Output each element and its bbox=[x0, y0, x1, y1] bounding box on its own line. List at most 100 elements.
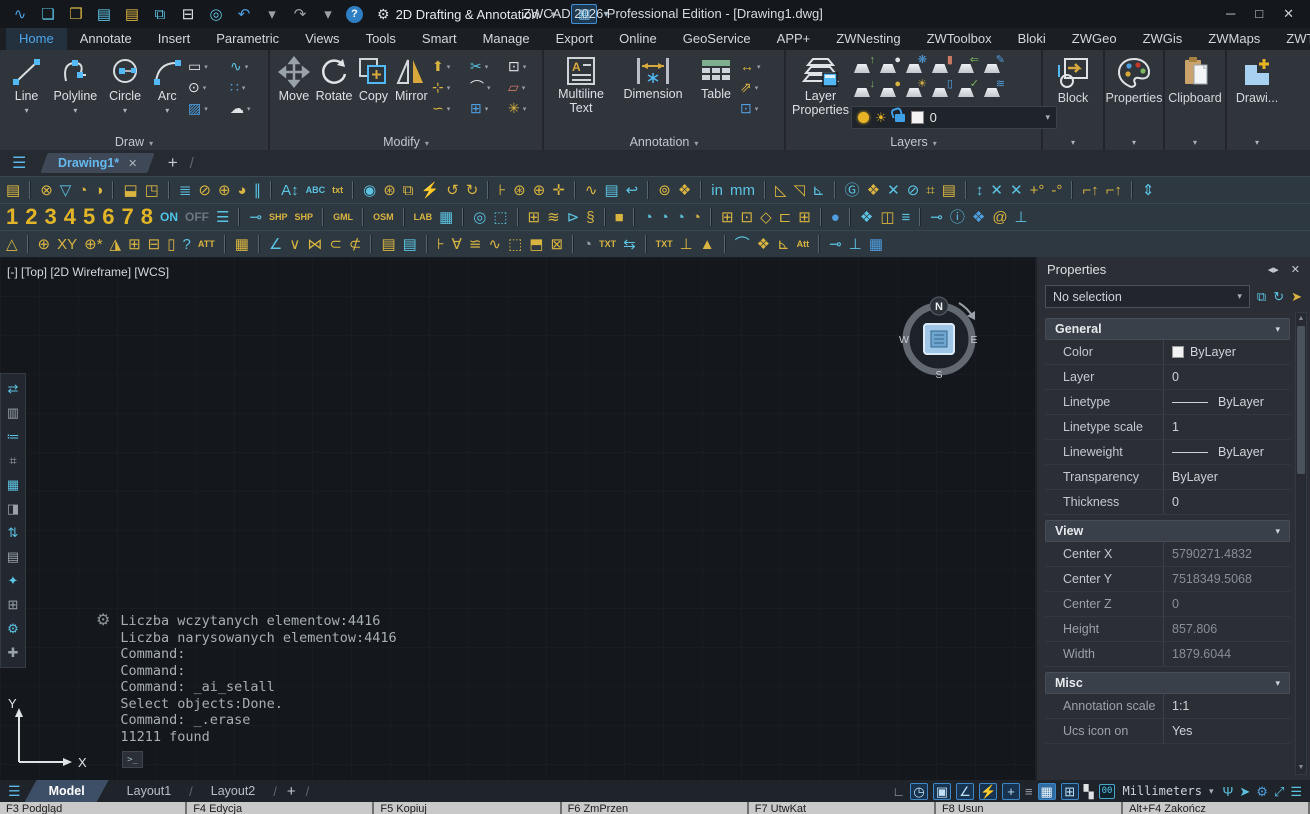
property-row[interactable]: Linetype scale 1 bbox=[1045, 415, 1290, 440]
toolbar-icon[interactable]: ▤ bbox=[92, 7, 116, 22]
toolbar-icon[interactable]: ↕ bbox=[976, 183, 984, 198]
toolbar-icon[interactable]: txt bbox=[332, 186, 343, 195]
menu-tab-zwtraffic-znaki[interactable]: ZWTraffic - znaki bbox=[1273, 28, 1310, 50]
new-tab-button[interactable]: + bbox=[168, 153, 178, 173]
property-row[interactable]: Center Y 7518349.5068 bbox=[1045, 567, 1290, 592]
toolbar-icon[interactable]: ❖ bbox=[860, 210, 873, 225]
close-palette-icon[interactable]: ✕ bbox=[1291, 263, 1300, 276]
toolbar-icon[interactable]: ⋈ bbox=[307, 237, 322, 252]
layer-tool-icon[interactable]: ⇐ bbox=[955, 57, 979, 77]
new-layout-button[interactable]: + bbox=[287, 783, 296, 800]
toolbar-icon[interactable]: ▤ bbox=[604, 183, 618, 198]
property-row[interactable]: Center Z 0 bbox=[1045, 592, 1290, 617]
mirror-button[interactable]: Mirror bbox=[393, 53, 430, 103]
toolbar-icon[interactable]: ❖ bbox=[757, 237, 770, 252]
ribbon-panel-clipboard[interactable]: Clipboard ▾ bbox=[1165, 50, 1225, 150]
toolbar-icon[interactable]: ▾ bbox=[260, 7, 284, 22]
layer-tool-icon[interactable]: ↓ bbox=[851, 81, 875, 101]
toolbar-icon[interactable]: ≔ bbox=[7, 430, 20, 443]
layer-number-toggle[interactable]: 7 bbox=[122, 206, 134, 228]
toolbar-icon[interactable]: ⬚ bbox=[508, 237, 522, 252]
layer-tool-icon[interactable]: ≋ bbox=[981, 81, 1005, 101]
toolbar-icon[interactable]: ■ bbox=[615, 210, 624, 225]
function-key-label[interactable]: Alt+F4 Zakończ bbox=[1123, 802, 1310, 814]
caret-down-icon[interactable]: ▾ bbox=[1071, 138, 1075, 147]
caret-down-icon[interactable]: ▾ bbox=[1209, 786, 1214, 797]
toolbar-icon[interactable]: ↻ bbox=[466, 183, 479, 198]
toolbar-icon[interactable]: ⌒ bbox=[735, 237, 750, 252]
toolbar-icon[interactable]: ⌗ bbox=[9, 454, 16, 467]
section-header-misc[interactable]: Misc▾ bbox=[1045, 672, 1290, 694]
toolbar-icon[interactable]: ▚ bbox=[1084, 785, 1094, 798]
toolbar-icon[interactable]: ∽ bbox=[432, 101, 462, 115]
toolbar-icon[interactable]: Ⓖ bbox=[845, 183, 860, 198]
toolbar-icon[interactable]: ● bbox=[831, 210, 840, 225]
toolbar-icon[interactable]: ◮ bbox=[110, 237, 122, 252]
help-icon[interactable]: ? bbox=[346, 6, 363, 23]
toolbar-icon[interactable]: ⚙ bbox=[1256, 785, 1268, 798]
toolbar-icon[interactable]: ⊸ bbox=[829, 237, 842, 252]
caret-down-icon[interactable]: ▾ bbox=[25, 104, 29, 118]
toolbar-icon[interactable]: ⚡ bbox=[979, 783, 997, 800]
toolbar-icon[interactable]: ➤ bbox=[1291, 290, 1302, 303]
toolbar-icon[interactable]: ∠ bbox=[956, 783, 974, 800]
toolbar-icon[interactable]: ⊕* bbox=[84, 237, 102, 252]
function-key-label[interactable]: F3 Podgląd bbox=[0, 802, 187, 814]
menu-tab-export[interactable]: Export bbox=[543, 28, 607, 50]
menu-tab-tools[interactable]: Tools bbox=[353, 28, 409, 50]
property-row[interactable]: Height 857.806 bbox=[1045, 617, 1290, 642]
toolbar-icon[interactable]: ⬒ bbox=[529, 237, 543, 252]
caret-down-icon[interactable]: ▾ bbox=[123, 104, 127, 118]
layer-tool-icon[interactable]: ↑ bbox=[851, 57, 875, 77]
toolbar-icon[interactable]: ❏ bbox=[36, 7, 60, 22]
menu-tab-zwnesting[interactable]: ZWNesting bbox=[823, 28, 913, 50]
maximize-button[interactable]: □ bbox=[1255, 6, 1263, 22]
toolbar-icon[interactable]: ▥ bbox=[7, 406, 19, 419]
section-header-general[interactable]: General▾ bbox=[1045, 318, 1290, 340]
toolbar-icon[interactable]: ∠ bbox=[269, 237, 282, 252]
toolbar-icon[interactable]: ⇄ bbox=[8, 382, 19, 395]
close-tab-icon[interactable]: ✕ bbox=[128, 157, 137, 170]
layer-tool-icon[interactable]: ● bbox=[877, 57, 901, 77]
gear-icon[interactable]: ⚙ bbox=[96, 613, 110, 745]
layer-number-toggle[interactable]: 1 bbox=[6, 206, 18, 228]
toolbar-icon[interactable]: ↩ bbox=[626, 183, 639, 198]
toolbar-icon[interactable]: ⊛ bbox=[383, 183, 396, 198]
function-key-label[interactable]: F8 Usun bbox=[936, 802, 1123, 814]
toolbar-icon[interactable]: ▣ bbox=[933, 783, 951, 800]
selection-dropdown[interactable]: No selection ▾ bbox=[1045, 285, 1250, 308]
toolbar-icon[interactable]: ↷ bbox=[288, 7, 312, 22]
toolbar-icon[interactable]: ▤ bbox=[403, 237, 417, 252]
ribbon-panel-properties[interactable]: Properties ▾ bbox=[1105, 50, 1163, 150]
navigation-compass[interactable]: N W E S bbox=[893, 291, 985, 385]
tab-layout2[interactable]: Layout2 bbox=[197, 780, 269, 802]
layer-tool-icon[interactable]: ● bbox=[877, 81, 901, 101]
toolbar-icon[interactable]: ∿ bbox=[489, 237, 502, 252]
menu-tab-zwtoolbox[interactable]: ZWToolbox bbox=[914, 28, 1005, 50]
toolbar-icon[interactable]: ▤ bbox=[7, 550, 19, 563]
layer-number-toggle[interactable]: 5 bbox=[83, 206, 95, 228]
menu-tab-insert[interactable]: Insert bbox=[145, 28, 204, 50]
toolbar-icon[interactable]: ⊥ bbox=[849, 237, 862, 252]
command-input[interactable]: >_ bbox=[122, 751, 143, 768]
toolbar-icon[interactable]: ◳ bbox=[145, 183, 159, 198]
toolbar-icon[interactable]: ⇅ bbox=[8, 526, 19, 539]
toolbar-icon[interactable]: +° bbox=[1030, 183, 1045, 198]
toolbar-icon[interactable]: OSM bbox=[373, 213, 394, 222]
compass-north[interactable]: N bbox=[935, 301, 943, 313]
toolbar-icon[interactable]: OFF bbox=[185, 211, 209, 223]
menu-tab-zwmaps[interactable]: ZWMaps bbox=[1195, 28, 1273, 50]
toolbar-icon[interactable]: ⊡ bbox=[740, 101, 774, 115]
toolbar-icon[interactable]: ▲ bbox=[700, 237, 715, 252]
toolbar-icon[interactable]: @ bbox=[992, 210, 1007, 225]
toolbar-icon[interactable]: ⊄ bbox=[349, 237, 362, 252]
toolbar-icon[interactable]: ⊞ bbox=[470, 101, 500, 115]
hamburger-icon[interactable]: ☰ bbox=[12, 153, 26, 173]
toolbar-icon[interactable]: ∟ bbox=[892, 785, 905, 798]
toolbar-icon[interactable]: ▯ bbox=[167, 237, 175, 252]
property-row[interactable]: Transparency ByLayer bbox=[1045, 465, 1290, 490]
multiline-text-button[interactable]: A Multiline Text bbox=[550, 53, 612, 115]
toolbar-icon[interactable]: ◔ bbox=[644, 210, 653, 225]
toolbar-icon[interactable]: ⊏ bbox=[779, 210, 792, 225]
toolbar-icon[interactable]: ▤ bbox=[942, 183, 956, 198]
